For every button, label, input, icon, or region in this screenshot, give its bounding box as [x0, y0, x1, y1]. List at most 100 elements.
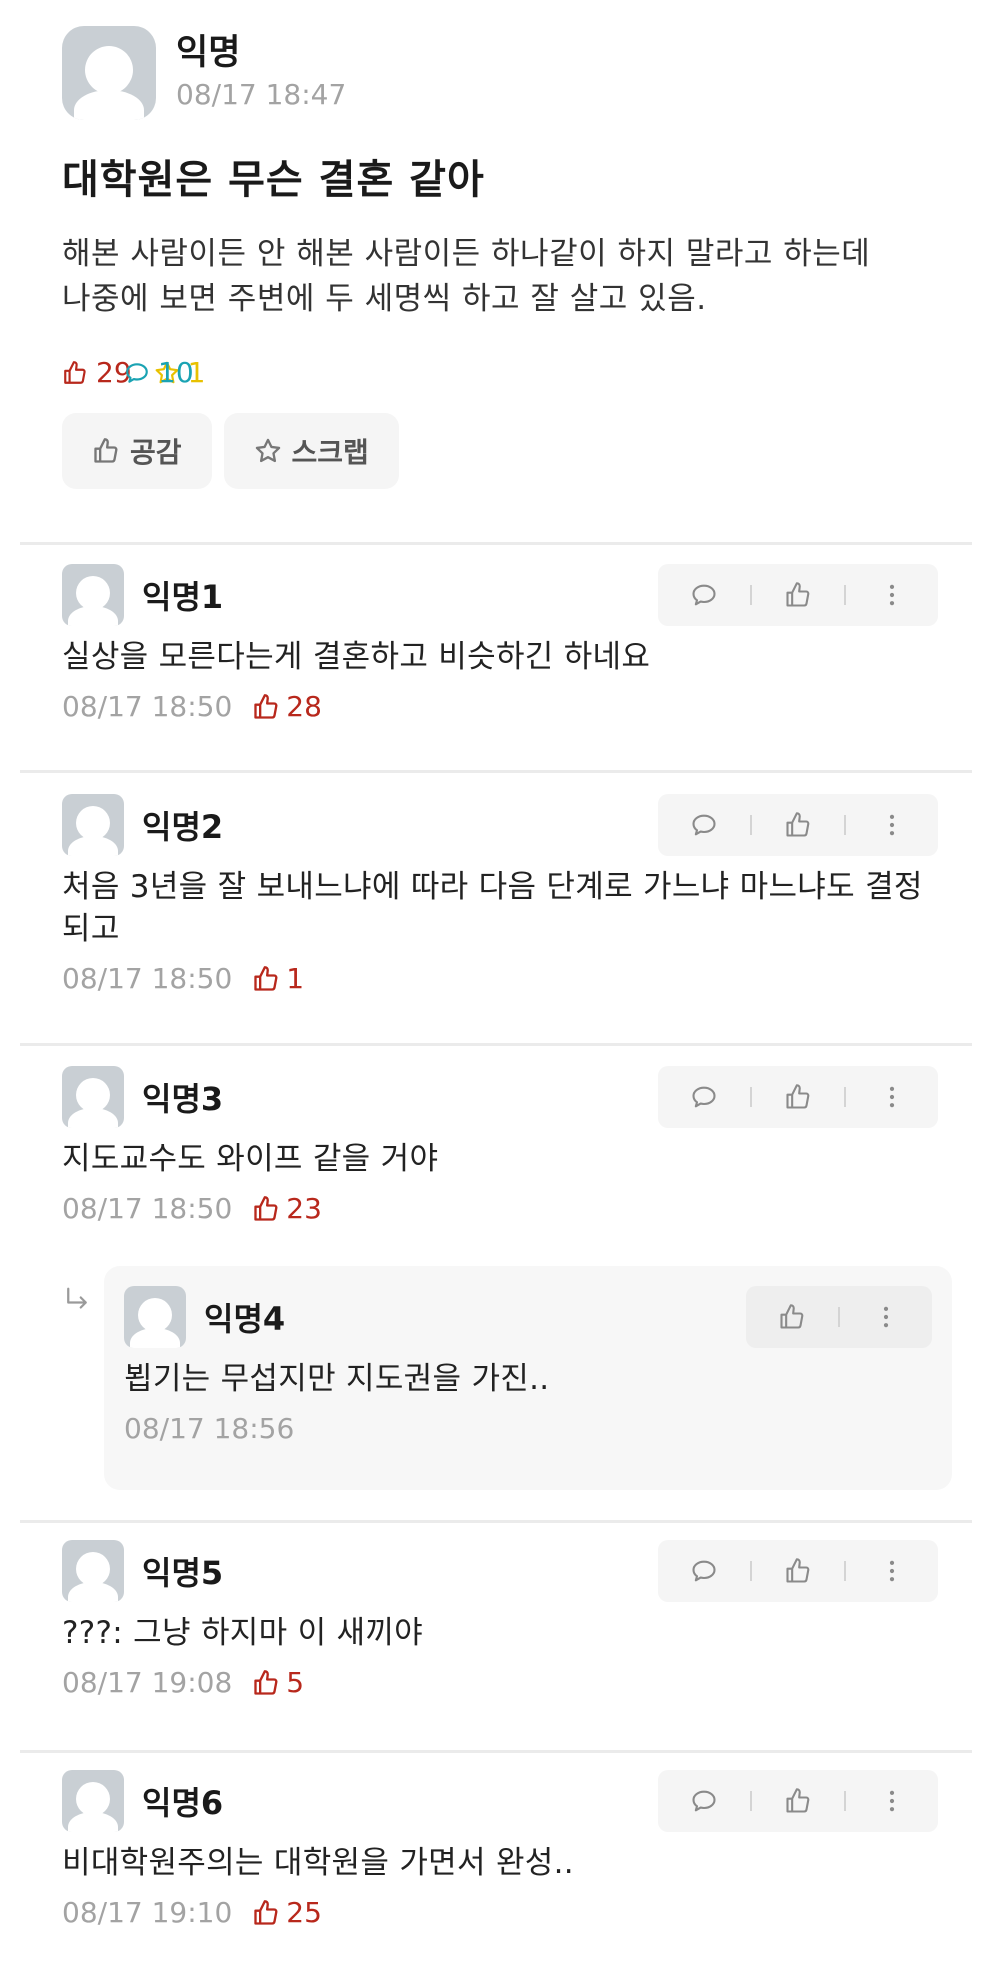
- more-vertical-icon: [889, 584, 895, 606]
- like-reply-button[interactable]: [746, 1286, 838, 1348]
- star-icon: [255, 438, 280, 463]
- scrap-button[interactable]: 스크랩: [223, 413, 399, 489]
- reply-button[interactable]: [658, 1540, 750, 1602]
- post-actions: 공감 스크랩: [62, 413, 942, 489]
- comment-author: 익명5: [142, 1554, 224, 1592]
- comment-author: 익명6: [142, 1784, 224, 1822]
- comment-footer: 08/17 19:08 5: [62, 1666, 938, 1699]
- thumbs-up-icon: [254, 1195, 278, 1221]
- comment-header: 익명5: [62, 1540, 938, 1602]
- comment-like-value: 23: [286, 1192, 322, 1225]
- divider: [20, 770, 972, 773]
- post-header: 익명 08/17 18:47: [62, 26, 942, 120]
- comment-count: 10: [124, 356, 1000, 389]
- comment-text: 지도교수도 와이프 같을 거야: [62, 1141, 439, 1177]
- comment-toolbar: [658, 564, 938, 626]
- post-body: 해본 사람이든 안 해본 사람이든 하나같이 하지 말라고 하는데 나중에 보면…: [62, 236, 871, 317]
- speech-bubble-icon: [126, 362, 148, 383]
- divider: [20, 542, 972, 545]
- speech-bubble-icon: [692, 1790, 716, 1812]
- more-vertical-icon: [889, 1560, 895, 1582]
- comment-time: 08/17 19:08: [62, 1666, 233, 1699]
- post: 익명 08/17 18:47 대학원은 무슨 결혼 같아 해본 사람이든 안 해…: [62, 26, 942, 489]
- reply-author: 익명4: [204, 1300, 286, 1338]
- comment-header: 익명1: [62, 564, 938, 626]
- thumbs-up-icon: [254, 1899, 278, 1925]
- comment-footer: 08/17 18:50 28: [62, 690, 938, 723]
- more-vertical-icon: [889, 814, 895, 836]
- divider: [20, 1520, 972, 1523]
- like-button-label: 공감: [130, 436, 182, 469]
- more-vertical-icon: [883, 1306, 889, 1328]
- more-options-button[interactable]: [846, 1540, 938, 1602]
- comment-text: 비대학원주의는 대학원을 가면서 완성..: [62, 1845, 574, 1881]
- more-options-button[interactable]: [846, 794, 938, 856]
- more-vertical-icon: [889, 1086, 895, 1108]
- reply-time: 08/17 18:56: [124, 1412, 295, 1445]
- thumbs-up-icon: [94, 438, 118, 463]
- comment-time: 08/17 18:50: [62, 690, 233, 723]
- comment-like-count: 23: [252, 1192, 322, 1225]
- avatar: [62, 1770, 124, 1832]
- thumbs-up-icon: [786, 1084, 810, 1109]
- comment-like-count: 25: [252, 1896, 322, 1929]
- like-comment-button[interactable]: [752, 1770, 844, 1832]
- thumbs-up-icon: [64, 360, 86, 384]
- avatar: [62, 1540, 124, 1602]
- divider: [20, 1043, 972, 1046]
- comment-author: 익명1: [142, 578, 224, 616]
- more-options-button[interactable]: [846, 1066, 938, 1128]
- speech-bubble-icon: [692, 584, 716, 606]
- comment: 익명5 ???: 그냥 하지마 이 새끼야 08/17 19:08 5: [62, 1540, 938, 1699]
- reply-button[interactable]: [658, 794, 750, 856]
- comment-footer: 08/17 18:50 23: [62, 1192, 938, 1225]
- thumbs-up-icon: [786, 1558, 810, 1583]
- like-comment-button[interactable]: [752, 1540, 844, 1602]
- reply-button[interactable]: [658, 1066, 750, 1128]
- comment-like-count: 5: [252, 1666, 304, 1699]
- like-button[interactable]: 공감: [62, 413, 212, 489]
- thumbs-up-icon: [254, 965, 278, 991]
- post-author: 익명: [176, 33, 241, 73]
- comment-toolbar: [658, 794, 938, 856]
- thumbs-up-icon: [786, 582, 810, 607]
- scrap-button-label: 스크랩: [291, 436, 369, 469]
- avatar: [62, 794, 124, 856]
- comment-toolbar: [658, 1540, 938, 1602]
- comment-toolbar: [658, 1066, 938, 1128]
- comment-author: 익명2: [142, 808, 224, 846]
- comment-time: 08/17 18:50: [62, 1192, 233, 1225]
- comment-text: 처음 3년을 잘 보내느냐에 따라 다음 단계로 가느냐 마느냐도 결정되고: [62, 869, 923, 947]
- reply-text: 뵙기는 무섭지만 지도권을 가진..: [124, 1361, 550, 1397]
- reply-button[interactable]: [658, 1770, 750, 1832]
- comment: 익명2 처음 3년을 잘 보내느냐에 따라 다음 단계로 가느냐 마느냐도 결정…: [62, 794, 938, 995]
- avatar: [124, 1286, 186, 1348]
- comment-like-count: 28: [252, 690, 322, 723]
- comment-header: 익명3: [62, 1066, 938, 1128]
- like-comment-button[interactable]: [752, 564, 844, 626]
- more-options-button[interactable]: [846, 564, 938, 626]
- divider: [20, 1750, 972, 1753]
- post-stats: 29 10 1: [62, 356, 942, 389]
- comment-toolbar: [658, 1770, 938, 1832]
- like-comment-button[interactable]: [752, 794, 844, 856]
- comment-like-value: 1: [286, 962, 305, 995]
- thumbs-up-icon: [786, 812, 810, 837]
- more-options-button[interactable]: [846, 1770, 938, 1832]
- comment-count-value: 10: [158, 356, 194, 389]
- comment-header: 익명2: [62, 794, 938, 856]
- like-comment-button[interactable]: [752, 1066, 844, 1128]
- comment-header: 익명6: [62, 1770, 938, 1832]
- reply-button[interactable]: [658, 564, 750, 626]
- comment-like-value: 5: [286, 1666, 305, 1699]
- more-options-button[interactable]: [840, 1286, 932, 1348]
- speech-bubble-icon: [692, 1086, 716, 1108]
- more-vertical-icon: [889, 1790, 895, 1812]
- comment-time: 08/17 19:10: [62, 1896, 233, 1929]
- reply-arrow-icon: [62, 1285, 92, 1319]
- thumbs-up-icon: [780, 1304, 804, 1329]
- avatar: [62, 26, 156, 120]
- reply-content: 익명4 뵙기는 무섭지만 지도권을 가진.. 08/17 18:56: [124, 1286, 932, 1445]
- comment: 익명6 비대학원주의는 대학원을 가면서 완성.. 08/17 19:10 25: [62, 1770, 938, 1929]
- reply-header: 익명4: [124, 1286, 932, 1348]
